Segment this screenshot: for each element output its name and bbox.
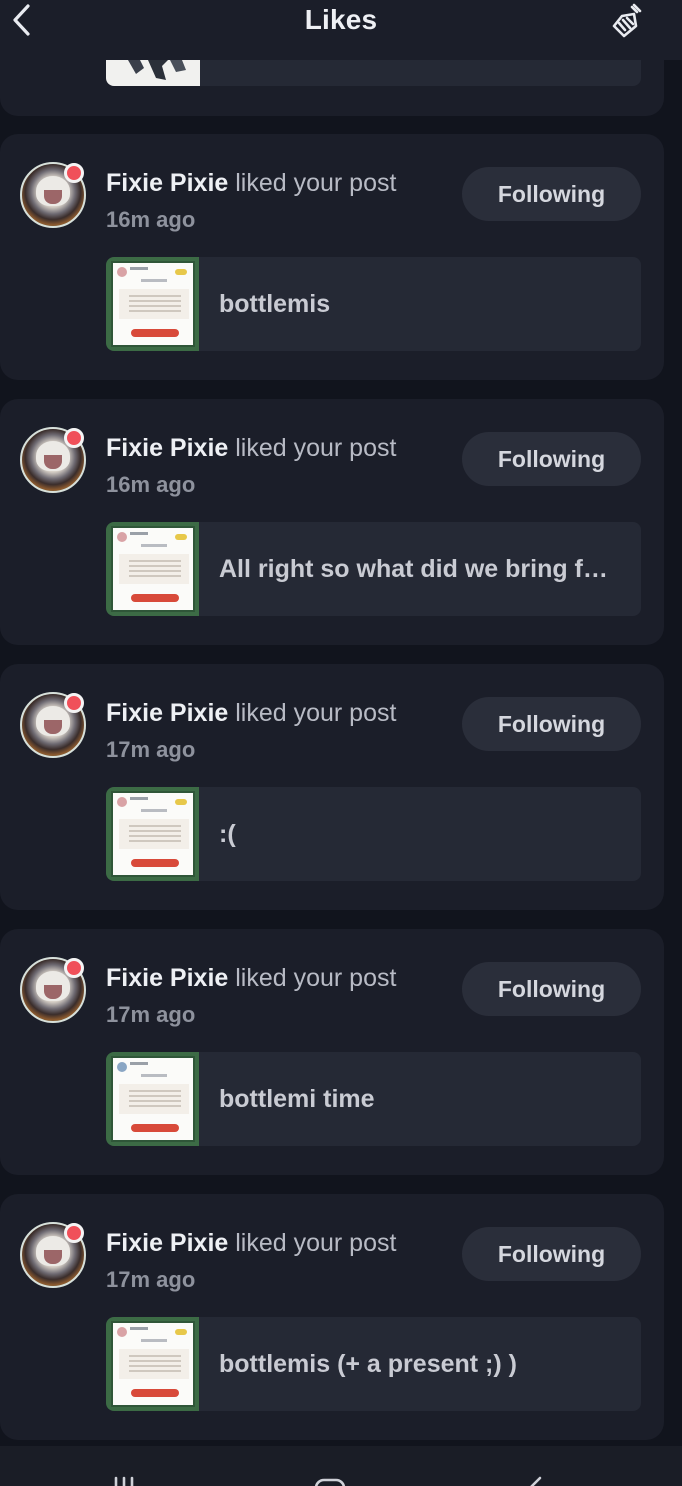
notification-card[interactable]: Fixie Pixie liked your post 17m ago Foll… [0,664,664,910]
post-preview[interactable]: :( [199,787,641,881]
notification-card[interactable]: Fixie Pixie liked your post 16m ago Foll… [0,134,664,380]
following-button[interactable]: Following [462,962,641,1016]
header-bar: Likes [0,0,682,60]
notification-text: Fixie Pixie liked your post [106,698,396,728]
following-button[interactable]: Following [462,1227,641,1281]
action-text: liked your post [228,169,397,197]
following-button[interactable]: Following [462,167,641,221]
action-text: liked your post [228,434,397,462]
action-text: liked your post [228,964,397,992]
notification-card[interactable]: Fixie Pixie liked your post 16m ago Foll… [0,399,664,645]
post-thumbnail[interactable] [106,522,199,616]
timestamp: 17m ago [106,737,196,762]
notification-text: Fixie Pixie liked your post [106,433,396,463]
timestamp: 16m ago [106,207,196,232]
post-preview-text: bottlemi time [219,1085,375,1113]
status-dot [64,958,84,978]
action-text: liked your post [228,699,397,727]
status-dot [64,1223,84,1243]
post-thumbnail[interactable] [106,787,199,881]
notification-text: Fixie Pixie liked your post [106,1228,396,1258]
post-preview[interactable]: bottlemis (+ a present ;) ) [199,1317,641,1411]
back-icon[interactable] [516,1474,556,1486]
notification-card[interactable]: Fixie Pixie liked your post 17m ago Foll… [0,929,664,1175]
post-preview-text: :( [219,820,236,848]
post-preview[interactable] [200,60,641,86]
home-icon[interactable] [310,1474,350,1486]
username-link[interactable]: Fixie Pixie [106,169,228,197]
timestamp: 17m ago [106,1267,196,1292]
post-thumbnail[interactable] [106,1317,199,1411]
notification-text: Fixie Pixie liked your post [106,168,396,198]
username-link[interactable]: Fixie Pixie [106,699,228,727]
notification-text: Fixie Pixie liked your post [106,963,396,993]
status-dot [64,428,84,448]
post-thumbnail [106,60,200,86]
notification-card[interactable]: Fixie Pixie liked your post 17m ago Foll… [0,1194,664,1440]
timestamp: 16m ago [106,472,196,497]
status-dot [64,163,84,183]
post-preview[interactable]: bottlemi time [199,1052,641,1146]
post-preview-text: bottlemis (+ a present ;) ) [219,1350,517,1378]
post-thumbnail[interactable] [106,1052,199,1146]
username-link[interactable]: Fixie Pixie [106,1229,228,1257]
post-thumbnail[interactable] [106,257,199,351]
timestamp: 17m ago [106,1002,196,1027]
following-button[interactable]: Following [462,432,641,486]
system-nav-bar [0,1446,682,1486]
broom-clear-icon[interactable] [610,2,648,40]
recent-apps-icon[interactable] [104,1474,144,1486]
username-link[interactable]: Fixie Pixie [106,434,228,462]
post-preview-text: bottlemis [219,290,331,318]
page-title: Likes [304,4,378,35]
username-link[interactable]: Fixie Pixie [106,964,228,992]
post-preview[interactable]: All right so what did we bring for... [199,522,641,616]
post-preview-text: All right so what did we bring for... [219,555,621,583]
post-preview[interactable]: bottlemis [199,257,641,351]
following-button[interactable]: Following [462,697,641,751]
status-dot [64,693,84,713]
action-text: liked your post [228,1229,397,1257]
